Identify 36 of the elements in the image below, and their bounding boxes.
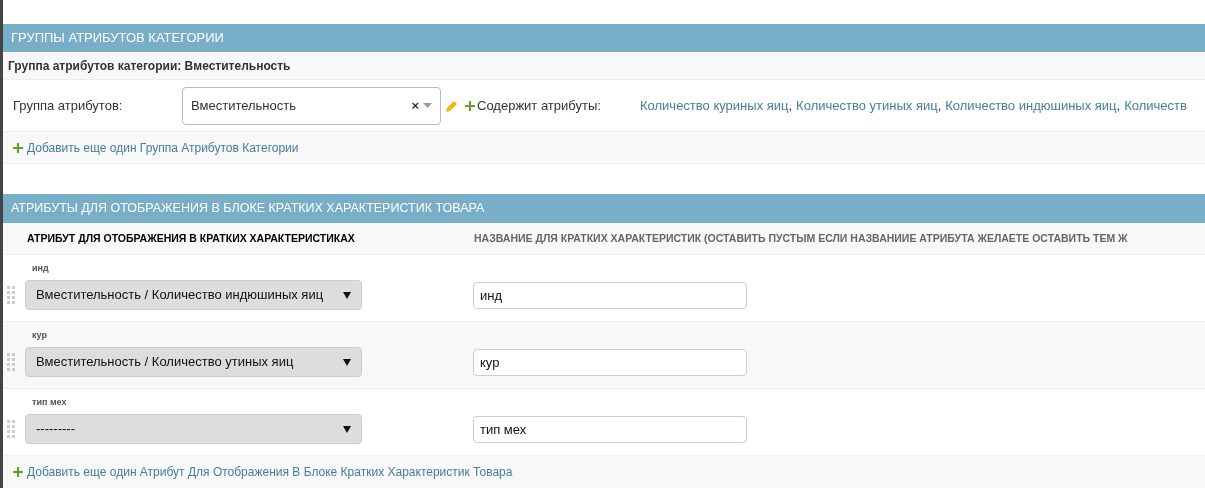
comma: , xyxy=(937,96,942,115)
row-label: тип мех xyxy=(32,396,68,409)
section-header: ГРУППЫ АТРИБУТОВ КАТЕГОРИИ xyxy=(3,24,1205,52)
attribute-link[interactable]: Количеств xyxy=(1124,95,1187,116)
column-header: АТРИБУТ ДЛЯ ОТОБРАЖЕНИЯ В КРАТКИХ ХАРАКТЕРИСТИКАХ xyxy=(27,230,356,246)
comma: , xyxy=(788,96,793,115)
caret-icon xyxy=(343,291,351,299)
group-title: Группа атрибутов категории: Вместительность xyxy=(3,52,1205,80)
caret-icon[interactable] xyxy=(423,103,432,108)
column-header: НАЗВАНИЕ ДЛЯ КРАТКИХ ХАРАКТЕРИСТИК (ОСТАВИТЬ ПУСТЫМ ЕСЛИ НАЗВАНИИЕ АТРИБУТА ЖЕЛАЕТЕ ОСТАВИТЬ ТЕМ Ж xyxy=(474,230,1128,246)
attribute-select[interactable]: Вместительность / Количество индюшиных яиц xyxy=(25,280,362,310)
plus-icon xyxy=(465,100,475,111)
attribute-link[interactable]: Количество индюшиных яиц xyxy=(945,95,1117,116)
drag-handle-icon[interactable] xyxy=(7,353,15,371)
plus-icon xyxy=(13,142,23,153)
add-link[interactable]: Добавить еще один Группа Атрибутов Категории xyxy=(27,138,299,157)
attribute-select[interactable]: Вместительность / Количество утиных яиц xyxy=(25,347,362,377)
clear-button[interactable]: × xyxy=(411,95,419,116)
attribute-link[interactable]: Количество утиных яиц xyxy=(796,95,938,116)
name-input[interactable]: кур xyxy=(473,348,747,376)
attribute-select[interactable]: --------- xyxy=(25,414,362,444)
caret-icon xyxy=(343,425,351,433)
plus-icon xyxy=(13,467,23,477)
caret-icon xyxy=(343,358,351,366)
comma: , xyxy=(1116,96,1121,115)
pencil-icon[interactable] xyxy=(446,99,458,112)
row-label: кур xyxy=(32,329,48,342)
row-label: инд xyxy=(32,262,50,275)
field-label: Группа атрибутов: xyxy=(13,96,124,115)
drag-handle-icon[interactable] xyxy=(7,420,15,438)
select-field[interactable]: Вместительность × xyxy=(182,86,441,125)
contains-label: Содержит атрибуты: xyxy=(477,96,602,115)
name-input[interactable]: инд xyxy=(473,281,747,309)
drag-handle-icon[interactable] xyxy=(7,286,15,304)
name-input[interactable]: тип мех xyxy=(473,415,747,443)
section-header: АТРИБУТЫ ДЛЯ ОТОБРАЖЕНИЯ В БЛОКЕ КРАТКИХ ХАРАКТЕРИСТИК ТОВАРА xyxy=(3,194,1205,223)
